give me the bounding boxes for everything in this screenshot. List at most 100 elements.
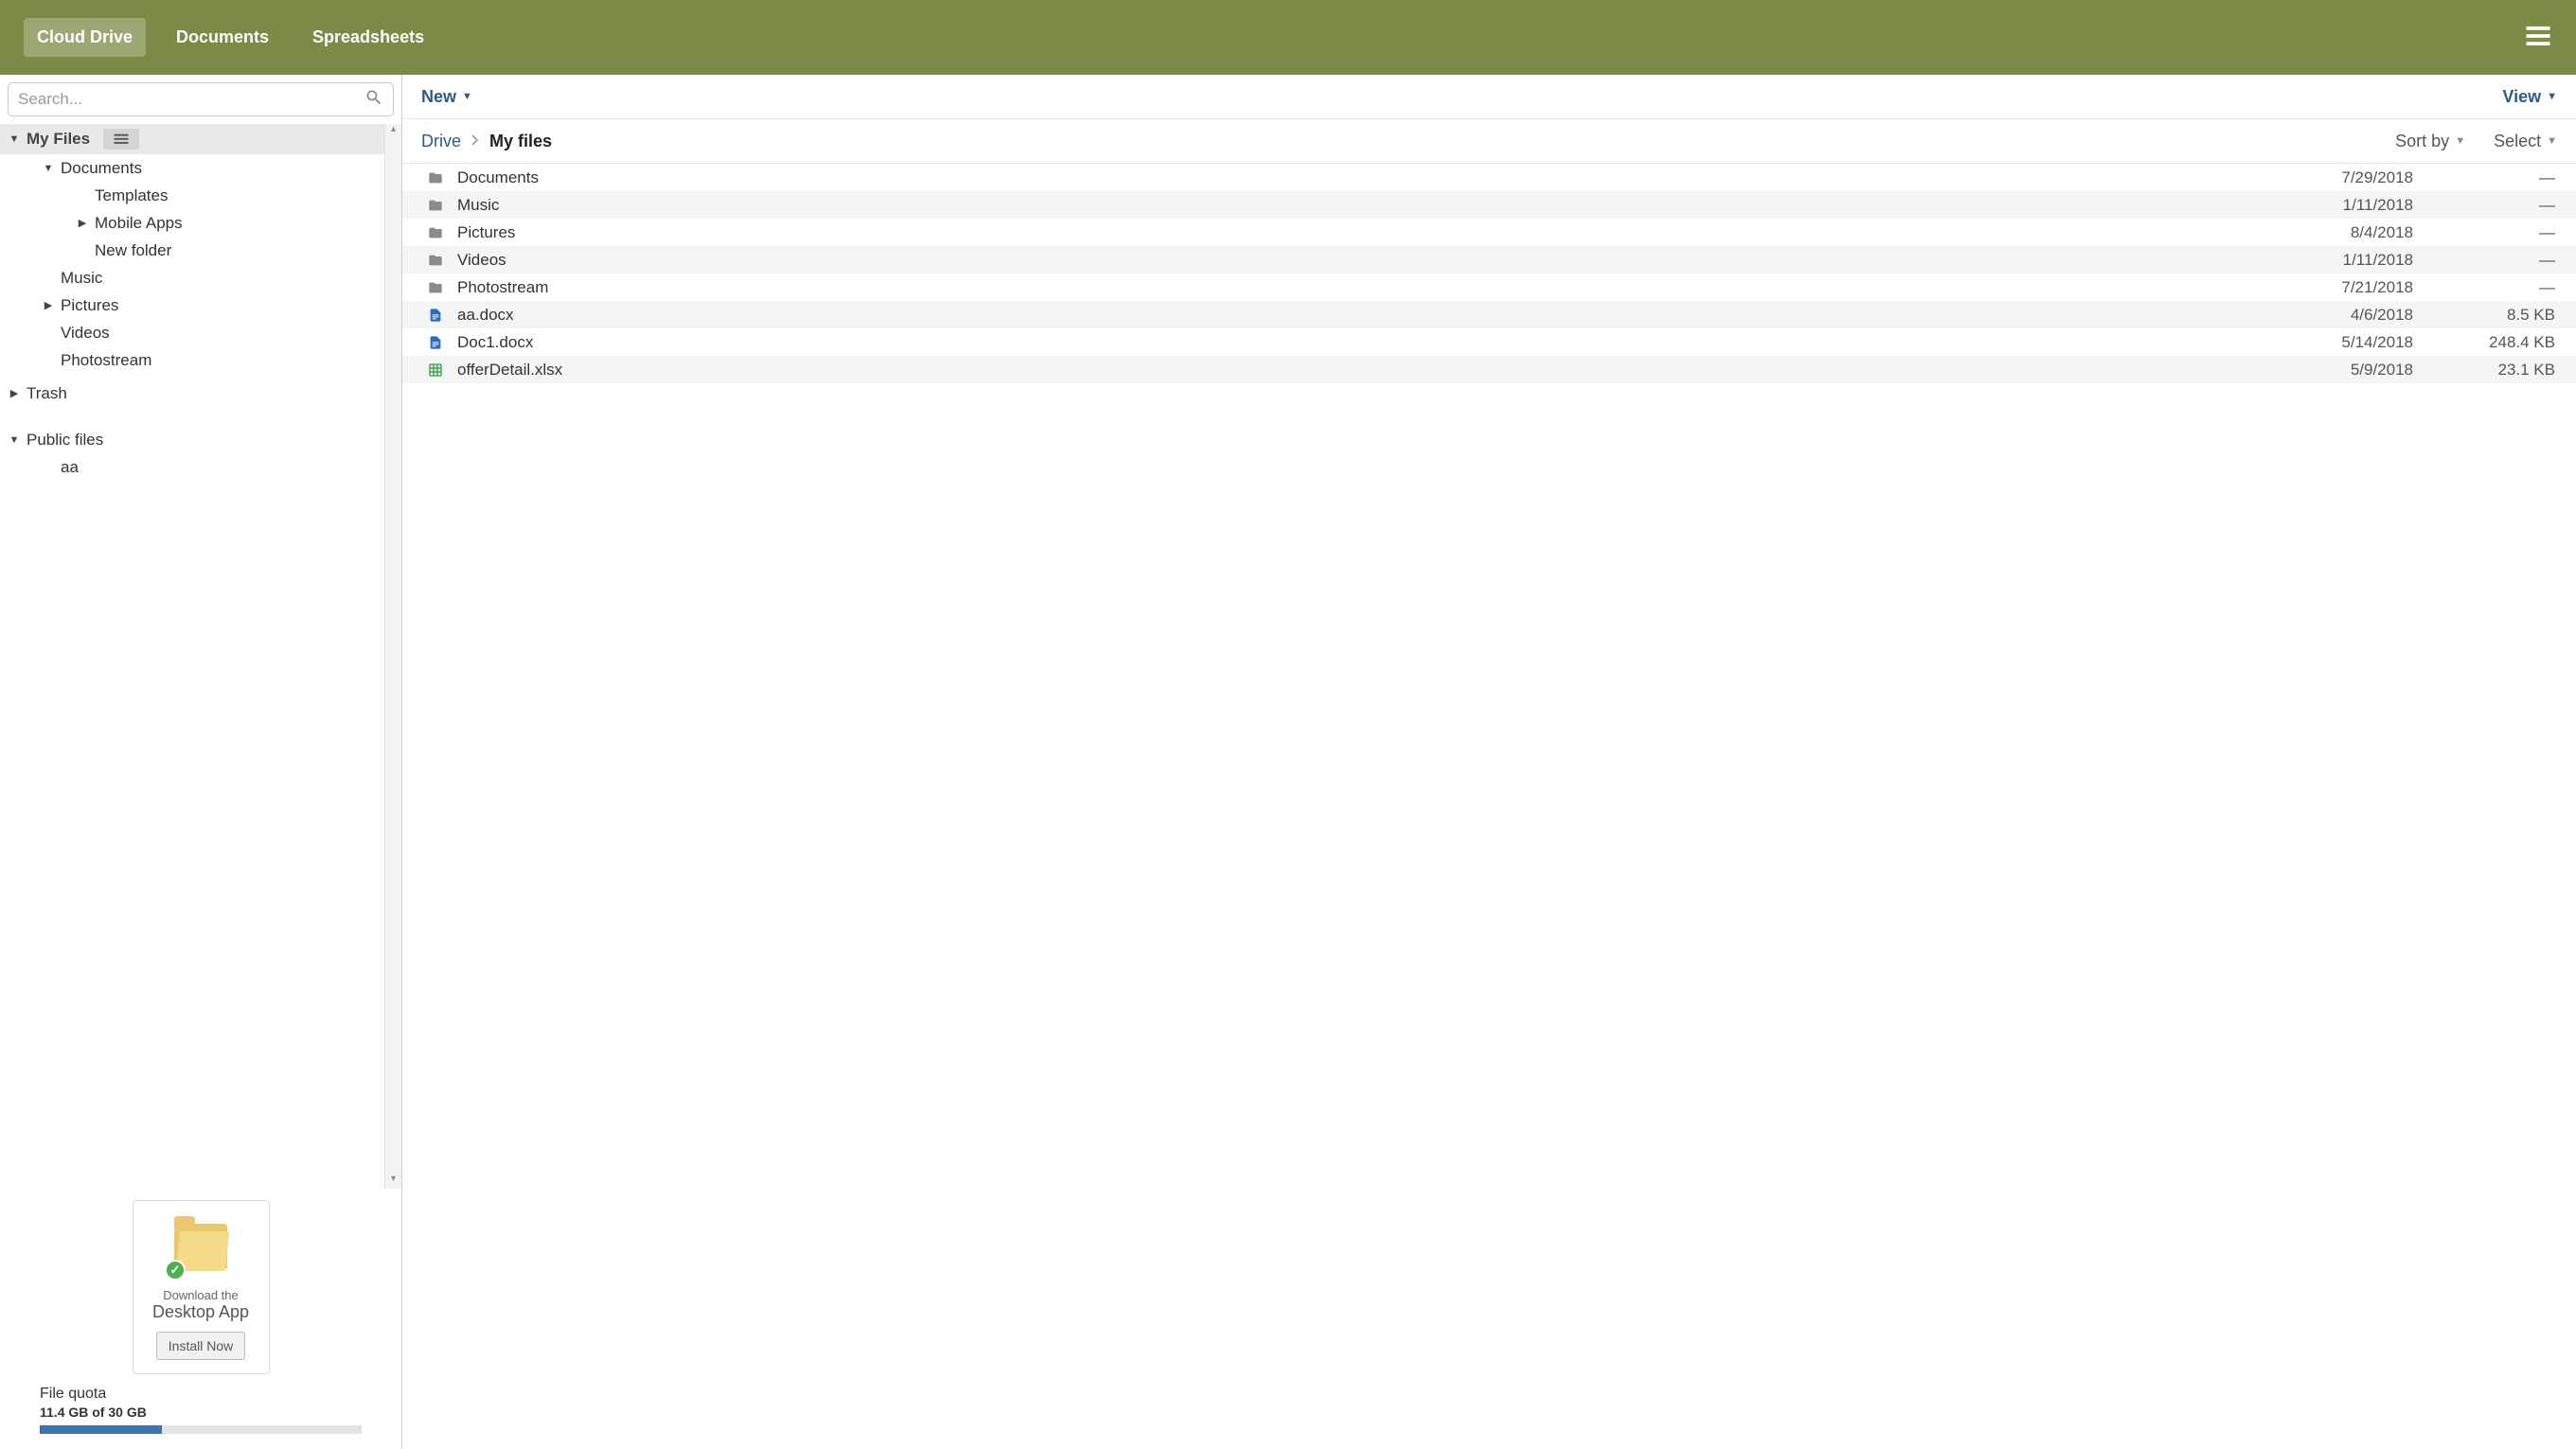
file-name: Pictures — [448, 223, 2271, 242]
expand-icon[interactable]: ▶ — [42, 299, 55, 311]
expand-icon[interactable]: ▶ — [8, 387, 21, 399]
tree-item-label: Pictures — [55, 296, 118, 315]
caret-down-icon: ▼ — [462, 91, 472, 102]
tree-item-videos[interactable]: Videos — [0, 319, 401, 346]
file-row[interactable]: Photostream7/21/2018— — [402, 274, 2576, 301]
new-label: New — [421, 87, 456, 107]
promo-line2: Desktop App — [141, 1302, 261, 1322]
breadcrumb-root[interactable]: Drive — [421, 132, 461, 151]
file-name: Music — [448, 196, 2271, 215]
tree-item-mobile-apps[interactable]: ▶Mobile Apps — [0, 209, 401, 237]
file-row[interactable]: Pictures8/4/2018— — [402, 219, 2576, 246]
promo-folder-icon: ✓ — [170, 1218, 231, 1279]
doc-icon — [423, 335, 448, 350]
tree-item-trash[interactable]: ▶Trash — [0, 380, 401, 407]
menu-icon[interactable] — [2524, 22, 2552, 54]
tree-item-label: Trash — [21, 384, 67, 403]
folder-icon — [423, 170, 448, 186]
file-date: 7/29/2018 — [2271, 168, 2413, 187]
tree-item-documents[interactable]: ▼Documents — [0, 154, 401, 182]
doc-icon — [423, 308, 448, 323]
file-size: 23.1 KB — [2413, 361, 2555, 380]
tree-item-music[interactable]: Music — [0, 264, 401, 292]
file-size: 8.5 KB — [2413, 306, 2555, 325]
tab-spreadsheets[interactable]: Spreadsheets — [299, 18, 437, 57]
desktop-app-promo: ✓ Download the Desktop App Install Now — [133, 1200, 270, 1374]
tree-item-label: Music — [55, 269, 102, 288]
breadcrumb: Drive My files — [421, 132, 552, 151]
file-size: — — [2413, 251, 2555, 270]
tree-item-photostream[interactable]: Photostream — [0, 346, 401, 374]
breadcrumb-current: My files — [489, 132, 552, 151]
file-name: Photostream — [448, 278, 2271, 297]
quota-bar — [40, 1425, 362, 1434]
caret-down-icon: ▼ — [2547, 91, 2557, 102]
toolbar: New ▼ View ▼ — [402, 75, 2576, 119]
sidebar: ▴▾ ▼My Files▼DocumentsTemplates▶Mobile A… — [0, 75, 402, 1449]
folder-icon — [423, 280, 448, 295]
tree-item-label: My Files — [21, 130, 90, 149]
chevron-right-icon — [471, 132, 480, 151]
promo-line1: Download the — [141, 1288, 261, 1302]
caret-down-icon: ▼ — [2547, 135, 2557, 147]
search-icon[interactable] — [364, 88, 383, 111]
breadcrumb-bar: Drive My files Sort by ▼ Select ▼ — [402, 119, 2576, 164]
tree-item-label: Mobile Apps — [89, 214, 183, 233]
file-date: 1/11/2018 — [2271, 196, 2413, 215]
tree-item-my-files[interactable]: ▼My Files — [0, 124, 401, 154]
tree-item-pictures[interactable]: ▶Pictures — [0, 292, 401, 319]
tree-scrollbar[interactable]: ▴▾ — [384, 124, 401, 1189]
search-box — [8, 82, 394, 116]
collapse-icon[interactable]: ▼ — [42, 163, 55, 174]
tree-item-label: aa — [55, 458, 79, 477]
sort-by-dropdown[interactable]: Sort by ▼ — [2395, 132, 2465, 151]
folder-icon — [423, 225, 448, 240]
file-date: 1/11/2018 — [2271, 251, 2413, 270]
file-row[interactable]: Doc1.docx5/14/2018248.4 KB — [402, 328, 2576, 356]
file-size: — — [2413, 223, 2555, 242]
view-label: View — [2502, 87, 2541, 107]
tree-item-public-files[interactable]: ▼Public files — [0, 426, 401, 453]
file-name: offerDetail.xlsx — [448, 361, 2271, 380]
tree-item-label: Videos — [55, 324, 110, 343]
file-name: aa.docx — [448, 306, 2271, 325]
header-tabs: Cloud Drive Documents Spreadsheets — [24, 18, 437, 57]
collapse-icon[interactable]: ▼ — [8, 434, 21, 446]
tree-item-label: Photostream — [55, 351, 151, 370]
tab-cloud-drive[interactable]: Cloud Drive — [24, 18, 146, 57]
folder-icon — [423, 198, 448, 213]
expand-icon[interactable]: ▶ — [76, 217, 89, 229]
collapse-icon[interactable]: ▼ — [8, 133, 21, 145]
file-row[interactable]: aa.docx4/6/20188.5 KB — [402, 301, 2576, 328]
file-date: 4/6/2018 — [2271, 306, 2413, 325]
file-date: 5/14/2018 — [2271, 333, 2413, 352]
file-list: Documents7/29/2018—Music1/11/2018—Pictur… — [402, 164, 2576, 1449]
file-name: Videos — [448, 251, 2271, 270]
file-row[interactable]: Videos1/11/2018— — [402, 246, 2576, 274]
file-date: 5/9/2018 — [2271, 361, 2413, 380]
tree-item-templates[interactable]: Templates — [0, 182, 401, 209]
file-row[interactable]: Music1/11/2018— — [402, 191, 2576, 219]
sort-by-label: Sort by — [2395, 132, 2449, 151]
tab-documents[interactable]: Documents — [163, 18, 282, 57]
select-dropdown[interactable]: Select ▼ — [2494, 132, 2557, 151]
tree-item-aa[interactable]: aa — [0, 453, 401, 481]
search-input[interactable] — [18, 90, 364, 109]
view-dropdown[interactable]: View ▼ — [2502, 87, 2557, 107]
tree-item-label: Public files — [21, 431, 103, 450]
quota-value: 11.4 GB of 30 GB — [40, 1405, 362, 1420]
file-name: Doc1.docx — [448, 333, 2271, 352]
tree-item-label: New folder — [89, 241, 171, 260]
file-row[interactable]: offerDetail.xlsx5/9/201823.1 KB — [402, 356, 2576, 383]
quota-label: File quota — [40, 1386, 362, 1403]
tree-item-new-folder[interactable]: New folder — [0, 237, 401, 264]
install-now-button[interactable]: Install Now — [156, 1332, 245, 1360]
file-quota: File quota 11.4 GB of 30 GB — [0, 1374, 401, 1449]
select-label: Select — [2494, 132, 2541, 151]
sheet-icon — [423, 362, 448, 378]
new-dropdown[interactable]: New ▼ — [421, 87, 472, 107]
file-date: 8/4/2018 — [2271, 223, 2413, 242]
list-icon[interactable] — [103, 129, 139, 150]
file-row[interactable]: Documents7/29/2018— — [402, 164, 2576, 191]
tree-item-label: Templates — [89, 186, 168, 205]
